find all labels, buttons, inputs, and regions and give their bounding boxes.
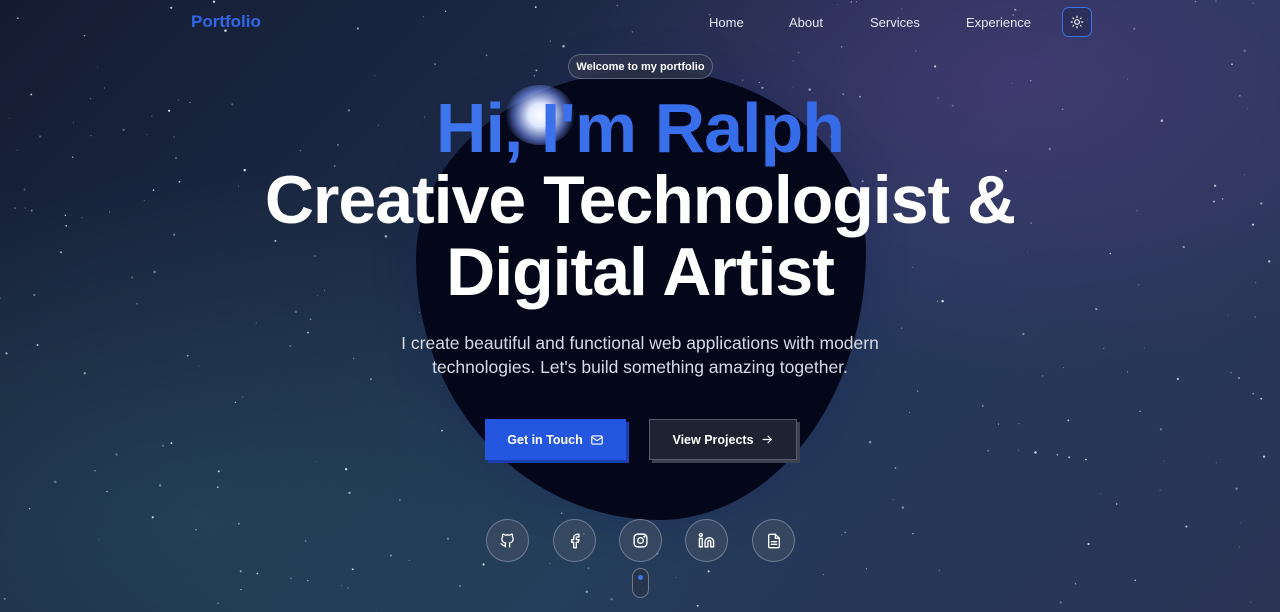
resume-icon: [767, 533, 780, 548]
top-navigation: Portfolio Home About Services Experience: [0, 0, 1280, 44]
arrow-right-icon: [762, 435, 772, 444]
hero-headline: Creative Technologist & Digital Artist: [0, 164, 1280, 308]
resume-link[interactable]: [752, 519, 795, 562]
facebook-link[interactable]: [553, 519, 596, 562]
instagram-icon: [633, 533, 648, 548]
linkedin-link[interactable]: [685, 519, 728, 562]
nav-link-services[interactable]: Services: [870, 15, 920, 30]
headline-line-1: Creative Technologist &: [264, 162, 1016, 238]
welcome-badge: Welcome to my portfolio: [568, 54, 713, 79]
get-in-touch-label: Get in Touch: [507, 432, 583, 447]
nav-link-about[interactable]: About: [789, 15, 823, 30]
github-icon: [500, 533, 514, 548]
view-projects-label: View Projects: [672, 432, 754, 447]
brand-logo[interactable]: Portfolio: [191, 12, 261, 32]
headline-line-2: Digital Artist: [446, 234, 835, 310]
scroll-indicator[interactable]: [632, 568, 649, 598]
linkedin-icon: [698, 532, 715, 548]
mail-icon: [590, 434, 603, 445]
hero-subtitle: I create beautiful and functional web ap…: [360, 331, 920, 379]
github-link[interactable]: [486, 519, 529, 562]
nav-link-home[interactable]: Home: [709, 15, 744, 30]
nav-link-experience[interactable]: Experience: [966, 15, 1031, 30]
scroll-indicator-dot: [638, 575, 643, 580]
instagram-link[interactable]: [619, 519, 662, 562]
sun-icon: [1070, 15, 1084, 29]
view-projects-button[interactable]: View Projects: [649, 419, 797, 460]
hero-greeting: Hi, I'm Ralph: [0, 88, 1280, 168]
theme-toggle-button[interactable]: [1062, 7, 1092, 37]
get-in-touch-button[interactable]: Get in Touch: [485, 419, 626, 460]
facebook-icon: [570, 533, 580, 548]
subtitle-line-1: I create beautiful and functional web ap…: [401, 333, 879, 353]
subtitle-line-2: technologies. Let's build something amaz…: [432, 357, 848, 377]
